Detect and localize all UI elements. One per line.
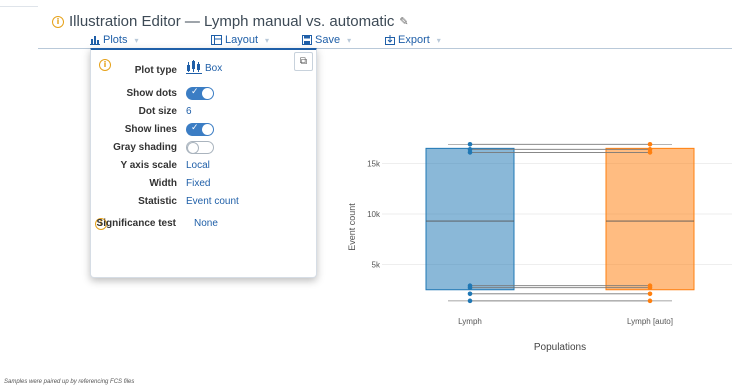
data-point[interactable] [647, 150, 653, 155]
y-tick-label: 10k [367, 210, 381, 219]
data-point[interactable] [647, 298, 653, 304]
data-point[interactable] [647, 291, 653, 297]
box-1[interactable] [425, 147, 515, 291]
y-axis-title: Event count [347, 203, 357, 251]
data-point[interactable] [647, 142, 653, 147]
data-point[interactable] [467, 285, 473, 291]
x-tick-label: Lymph [auto] [627, 317, 673, 326]
box-2[interactable] [605, 147, 695, 291]
data-point[interactable] [467, 142, 473, 147]
x-tick-label: Lymph [458, 317, 482, 326]
y-tick-label: 5k [372, 261, 381, 270]
data-point[interactable] [467, 291, 473, 297]
y-tick-label: 15k [367, 160, 381, 169]
box-plot-chart: 5k 10k 15k Lymph Lymph [auto] Event count Po… [347, 142, 732, 353]
data-point[interactable] [467, 150, 473, 155]
data-point[interactable] [647, 285, 653, 291]
x-axis-title: Populations [534, 342, 586, 353]
data-point[interactable] [467, 298, 473, 304]
footnote: Samples were paired up by referencing FC… [4, 379, 135, 385]
